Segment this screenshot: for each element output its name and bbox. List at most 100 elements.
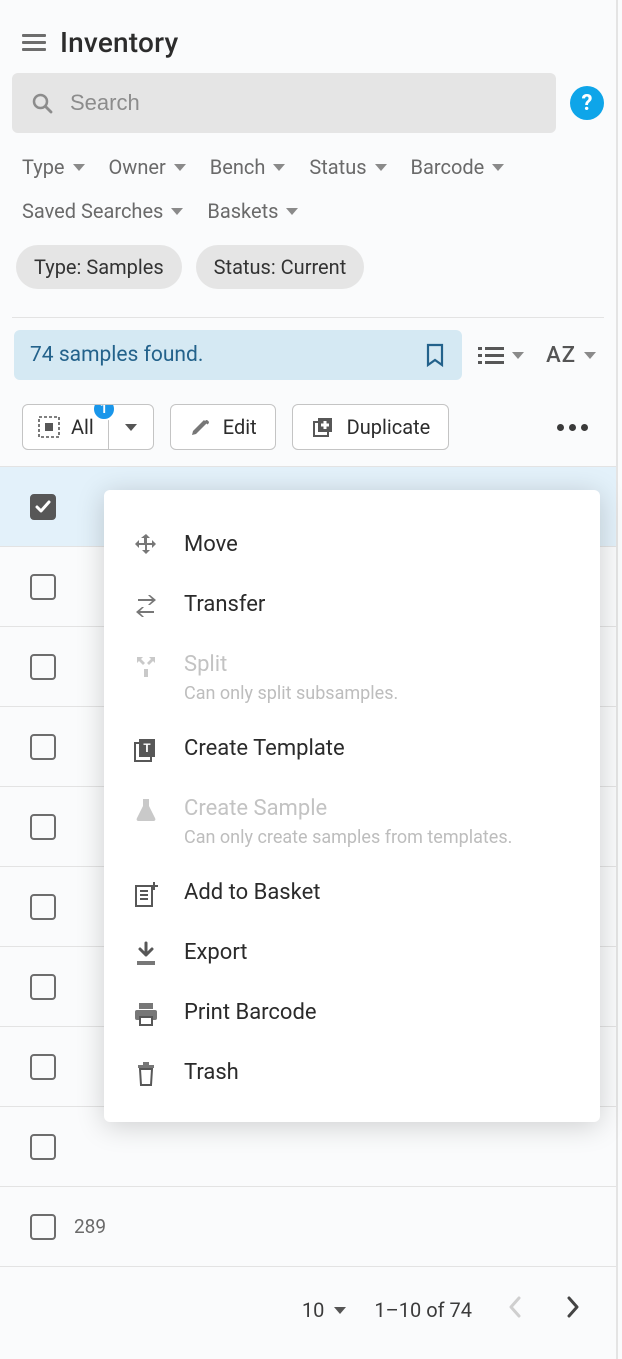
transfer-icon — [132, 592, 160, 620]
row-checkbox[interactable] — [30, 1134, 56, 1160]
chevron-right-icon — [566, 1296, 580, 1318]
next-page-button[interactable] — [558, 1291, 588, 1329]
select-all-split-button: All 1 — [22, 404, 154, 450]
help-button[interactable]: ? — [570, 86, 604, 120]
chevron-down-icon — [125, 424, 137, 431]
print-icon — [132, 1000, 160, 1028]
search-row: ? — [0, 73, 616, 133]
active-filter-chips: Type: Samples Status: Current — [0, 233, 616, 303]
select-all-icon — [37, 415, 61, 439]
menu-item-label: Export — [184, 940, 248, 965]
create-template-icon: T — [132, 736, 160, 764]
row-checkbox[interactable] — [30, 814, 56, 840]
menu-item-label: Split — [184, 652, 398, 677]
chevron-down-icon — [334, 1307, 346, 1314]
move-icon — [132, 532, 160, 560]
prev-page-button[interactable] — [500, 1291, 530, 1329]
chevron-down-icon — [492, 164, 504, 171]
row-peek-text: 289 — [74, 1215, 106, 1238]
menu-item-subtext: Can only create samples from templates. — [184, 827, 512, 848]
rows-per-page[interactable]: 10 — [302, 1298, 346, 1322]
filter-type[interactable]: Type — [22, 155, 85, 179]
chevron-down-icon — [174, 164, 186, 171]
check-icon — [34, 498, 52, 516]
chevron-down-icon — [273, 164, 285, 171]
pencil-icon — [189, 416, 211, 438]
filter-label: Type — [22, 155, 65, 179]
search-icon — [30, 91, 54, 115]
chevron-down-icon — [584, 352, 596, 359]
results-count-text: 74 samples found. — [30, 343, 203, 367]
filter-barcode[interactable]: Barcode — [411, 155, 505, 179]
list-icon — [478, 345, 504, 365]
chevron-down-icon — [73, 164, 85, 171]
results-banner: 74 samples found. — [14, 330, 462, 380]
menu-item-label: Move — [184, 532, 238, 557]
add-to-basket-icon — [132, 880, 160, 908]
duplicate-label: Duplicate — [347, 415, 431, 439]
filter-label: Saved Searches — [22, 199, 163, 223]
chip-type[interactable]: Type: Samples — [16, 245, 182, 289]
menu-item-label: Add to Basket — [184, 880, 320, 905]
menu-item-transfer[interactable]: Transfer — [104, 576, 600, 636]
menu-item-trash[interactable]: Trash — [104, 1044, 600, 1104]
search-input-wrap[interactable] — [12, 73, 556, 133]
view-mode-button[interactable] — [478, 345, 524, 365]
view-controls: AZ — [478, 343, 602, 368]
action-toolbar: All 1 Edit Duplicate — [0, 384, 616, 458]
filter-saved-searches[interactable]: Saved Searches — [22, 199, 183, 223]
menu-item-split: Split Can only split subsamples. — [104, 636, 600, 720]
menu-icon[interactable] — [22, 34, 46, 51]
menu-item-add-to-basket[interactable]: Add to Basket — [104, 864, 600, 924]
filter-owner[interactable]: Owner — [109, 155, 186, 179]
row-checkbox[interactable] — [30, 654, 56, 680]
row-checkbox[interactable] — [30, 894, 56, 920]
rows-per-page-value: 10 — [302, 1298, 324, 1322]
app-root: Inventory ? Type Owner Bench Status Barc… — [0, 0, 618, 1359]
menu-item-print-barcode[interactable]: Print Barcode — [104, 984, 600, 1044]
search-input[interactable] — [68, 89, 538, 117]
filter-bar-2: Saved Searches Baskets — [0, 185, 616, 233]
filter-label: Status — [309, 155, 366, 179]
select-all-button[interactable]: All 1 — [23, 405, 108, 449]
list-item[interactable]: 289 — [0, 1187, 616, 1267]
row-checkbox[interactable] — [30, 1054, 56, 1080]
chevron-down-icon — [171, 208, 183, 215]
svg-text:T: T — [143, 741, 151, 755]
more-actions-button[interactable] — [543, 414, 602, 441]
menu-item-move[interactable]: Move — [104, 516, 600, 576]
menu-item-create-template[interactable]: T Create Template — [104, 720, 600, 780]
topbar: Inventory — [0, 0, 616, 73]
split-icon — [132, 652, 160, 680]
row-checkbox[interactable] — [30, 734, 56, 760]
chip-status[interactable]: Status: Current — [196, 245, 365, 289]
trash-icon — [132, 1060, 160, 1088]
row-checkbox[interactable] — [30, 974, 56, 1000]
sort-button[interactable]: AZ — [546, 343, 596, 368]
sort-label: AZ — [546, 343, 576, 368]
select-all-label: All — [71, 415, 94, 439]
page-title: Inventory — [60, 26, 178, 59]
download-icon — [132, 940, 160, 968]
row-checkbox[interactable] — [30, 574, 56, 600]
duplicate-icon — [311, 415, 335, 439]
edit-label: Edit — [223, 415, 257, 439]
duplicate-button[interactable]: Duplicate — [292, 404, 450, 450]
pagination: 10 1–10 of 74 — [0, 1267, 616, 1359]
edit-button[interactable]: Edit — [170, 404, 276, 450]
filter-status[interactable]: Status — [309, 155, 386, 179]
filter-bench[interactable]: Bench — [210, 155, 286, 179]
chevron-down-icon — [512, 352, 524, 359]
menu-item-label: Create Template — [184, 736, 345, 761]
results-header-row: 74 samples found. AZ — [0, 318, 616, 384]
row-checkbox[interactable] — [30, 1214, 56, 1240]
menu-item-label: Trash — [184, 1060, 239, 1085]
filter-label: Owner — [109, 155, 166, 179]
row-checkbox[interactable] — [30, 494, 56, 520]
bookmark-icon[interactable] — [424, 342, 446, 368]
chevron-down-icon — [375, 164, 387, 171]
menu-item-subtext: Can only split subsamples. — [184, 683, 398, 704]
filter-baskets[interactable]: Baskets — [207, 199, 298, 223]
menu-item-export[interactable]: Export — [104, 924, 600, 984]
menu-item-label: Print Barcode — [184, 1000, 317, 1025]
